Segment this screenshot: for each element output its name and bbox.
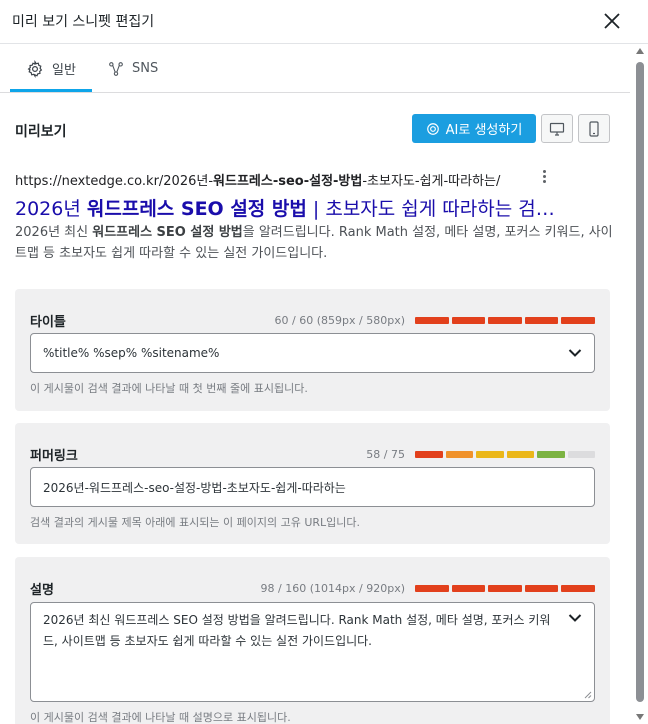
permalink-help-text: 검색 결과의 게시물 제목 아래에 표시되는 이 페이지의 고유 URL입니다. bbox=[30, 516, 361, 529]
share-icon bbox=[109, 61, 123, 76]
preview-label: 미리보기 bbox=[15, 124, 67, 140]
serp-description: 2026년 최신 워드프레스 SEO 설정 방법을 알려드립니다. Rank M… bbox=[15, 222, 615, 264]
permalink-input-value: 2026년-워드프레스-seo-설정-방법-초보자도-쉽게-따라하는 bbox=[43, 480, 346, 495]
serp-title-keyword: 워드프레스 SEO 설정 방법 bbox=[86, 198, 307, 220]
meter-segment bbox=[488, 585, 522, 592]
meter-segment bbox=[415, 317, 449, 324]
meter-segment bbox=[537, 451, 565, 458]
serp-title[interactable]: 2026년 워드프레스 SEO 설정 방법 | 초보자도 쉽게 따라하는 검… bbox=[15, 194, 615, 221]
description-length-meter bbox=[415, 585, 595, 592]
gear-icon bbox=[27, 59, 43, 78]
mobile-icon bbox=[589, 120, 599, 137]
title-input-value: %title% %sep% %sitename% bbox=[43, 346, 220, 360]
title-char-counter: 60 / 60 (859px / 580px) bbox=[274, 314, 405, 327]
permalink-length-meter bbox=[415, 451, 595, 458]
active-tab-indicator bbox=[10, 89, 92, 92]
description-textarea[interactable]: 2026년 최신 워드프레스 SEO 설정 방법을 알려드립니다. Rank M… bbox=[30, 602, 595, 702]
title-field-card: 타이틀 60 / 60 (859px / 580px) %title% %sep… bbox=[15, 289, 610, 411]
serp-url-prefix: https://nextedge.co.kr/2026년- bbox=[15, 174, 214, 189]
title-length-meter bbox=[415, 317, 595, 324]
tab-general[interactable]: 일반 bbox=[26, 45, 76, 92]
title-input[interactable]: %title% %sep% %sitename% bbox=[30, 333, 595, 373]
title-field-label: 타이틀 bbox=[30, 315, 66, 330]
description-field-card: 설명 98 / 160 (1014px / 920px) 2026년 최신 워드… bbox=[15, 557, 610, 724]
serp-title-prefix: 2026년 bbox=[15, 198, 87, 220]
description-textarea-value: 2026년 최신 워드프레스 SEO 설정 방법을 알려드립니다. Rank M… bbox=[43, 613, 551, 648]
mobile-preview-button[interactable] bbox=[578, 114, 610, 143]
meter-segment bbox=[524, 317, 559, 324]
ai-sparkle-icon bbox=[426, 122, 439, 135]
serp-desc-keyword: 워드프레스 SEO 설정 방법 bbox=[92, 225, 243, 240]
meter-segment bbox=[506, 451, 534, 458]
permalink-field-label: 퍼머링크 bbox=[30, 449, 78, 464]
desktop-icon bbox=[549, 122, 565, 136]
description-help-text: 이 게시물이 검색 결과에 나타날 때 설명으로 표시됩니다. bbox=[30, 711, 291, 724]
close-button[interactable] bbox=[598, 7, 626, 35]
meter-segment bbox=[561, 317, 595, 324]
meter-segment bbox=[524, 585, 559, 592]
dialog-header: 미리 보기 스니펫 편집기 bbox=[0, 0, 648, 44]
tab-bar: 일반 SNS bbox=[0, 45, 630, 93]
description-field-label: 설명 bbox=[30, 583, 54, 598]
serp-url-keyword: 워드프레스-seo-설정-방법 bbox=[213, 174, 363, 189]
chevron-down-icon[interactable] bbox=[568, 348, 582, 358]
scrollbar-thumb[interactable] bbox=[636, 62, 644, 702]
serp-url-suffix: -초보자도-쉽게-따라하는/ bbox=[362, 174, 501, 189]
meter-segment bbox=[451, 317, 486, 324]
permalink-char-counter: 58 / 75 bbox=[366, 448, 405, 461]
chevron-down-icon[interactable] bbox=[568, 613, 582, 623]
meter-segment bbox=[561, 585, 595, 592]
meter-segment bbox=[476, 451, 504, 458]
meter-segment bbox=[445, 451, 473, 458]
dialog-title: 미리 보기 스니펫 편집기 bbox=[12, 14, 155, 30]
serp-title-suffix: | 초보자도 쉽게 따라하는 검… bbox=[306, 198, 555, 220]
description-char-counter: 98 / 160 (1014px / 920px) bbox=[260, 582, 405, 595]
serp-desc-prefix: 2026년 최신 bbox=[15, 225, 93, 240]
meter-segment bbox=[415, 585, 449, 592]
close-icon bbox=[604, 13, 620, 29]
meter-segment bbox=[488, 317, 522, 324]
more-vertical-icon[interactable] bbox=[541, 169, 547, 185]
scroll-up-icon[interactable] bbox=[636, 48, 644, 54]
ai-generate-label: AI로 생성하기 bbox=[445, 123, 523, 138]
permalink-input[interactable]: 2026년-워드프레스-seo-설정-방법-초보자도-쉽게-따라하는 bbox=[30, 467, 595, 507]
resize-handle-icon[interactable] bbox=[584, 691, 592, 699]
desktop-preview-button[interactable] bbox=[541, 114, 573, 143]
tab-general-label: 일반 bbox=[52, 63, 76, 78]
scrollbar[interactable] bbox=[634, 46, 646, 724]
meter-segment bbox=[451, 585, 486, 592]
title-help-text: 이 게시물이 검색 결과에 나타날 때 첫 번째 줄에 표시됩니다. bbox=[30, 382, 308, 395]
meter-segment bbox=[415, 451, 443, 458]
tab-sns-label: SNS bbox=[132, 61, 159, 76]
serp-url: https://nextedge.co.kr/2026년-워드프레스-seo-설… bbox=[15, 170, 500, 189]
scroll-down-icon[interactable] bbox=[636, 714, 644, 720]
meter-segment bbox=[567, 451, 595, 458]
tab-sns[interactable]: SNS bbox=[108, 45, 158, 92]
ai-generate-button[interactable]: AI로 생성하기 bbox=[412, 114, 536, 143]
permalink-field-card: 퍼머링크 58 / 75 2026년-워드프레스-seo-설정-방법-초보자도-… bbox=[15, 423, 610, 544]
